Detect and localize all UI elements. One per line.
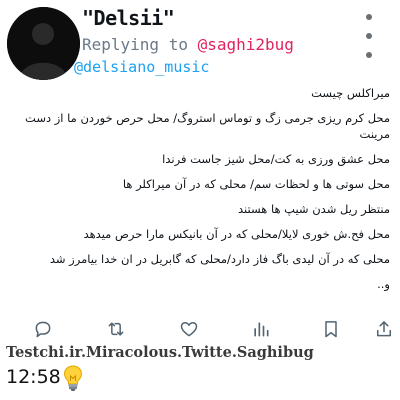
heart-icon: [180, 322, 198, 337]
watermark-text: Testchi.ir.Miracolous.Twitte.Saghibug: [6, 344, 314, 361]
tweet-action-bar: [0, 317, 400, 341]
tweet-line: منتظر ریل شدن شیپ ها هستند: [237, 202, 390, 216]
retweet-icon: [108, 322, 124, 336]
author-avatar[interactable]: [7, 7, 80, 80]
more-dot-icon: [366, 14, 372, 20]
avatar-silhouette-icon: [7, 7, 80, 80]
tweet-line: میراکلس چیست: [311, 86, 390, 100]
tweet-line: محل عشق ورزی به کت/محل شیز جاست فرندا: [162, 152, 390, 166]
retweet-button[interactable]: [104, 317, 128, 341]
author-handle-link[interactable]: @delsiano_music: [74, 58, 209, 76]
reply-button[interactable]: [31, 317, 55, 341]
tweet-line: محل فح.ش خوری لایلا/محلی که در آن بانیکس…: [83, 227, 390, 241]
replying-to-label: Replying to: [82, 35, 198, 54]
more-options-button[interactable]: [360, 14, 378, 58]
tweet-text: میراکلس چیست محل کرم ریزی جرمی زگ و توما…: [12, 85, 390, 301]
replying-to-line: Replying to @saghi2bug: [82, 35, 294, 54]
share-icon: [377, 321, 391, 337]
like-button[interactable]: [177, 317, 201, 341]
more-dot-icon: [366, 33, 372, 39]
bookmark-icon: [325, 321, 337, 338]
bookmark-button[interactable]: [319, 317, 343, 341]
more-dot-icon: [366, 52, 372, 58]
share-button[interactable]: [372, 317, 396, 341]
tweet-line: و..: [377, 277, 390, 291]
views-button[interactable]: [249, 317, 273, 341]
comment-icon: [35, 321, 51, 338]
lightbulb-icon: [63, 365, 83, 391]
tweet-line: محل سوتی ها و لحظات سم/ محلی که در آن می…: [122, 177, 390, 191]
tweet-line: محلی که در آن لیدی باگ فاز دارد/محلی که …: [49, 252, 390, 266]
author-display-name[interactable]: "Delsii": [82, 6, 175, 30]
views-icon: [254, 322, 269, 337]
tweet-line: محل کرم ریزی جرمی زگ و توماس استروگ/ محل…: [25, 111, 390, 141]
reply-to-handle-link[interactable]: @saghi2bug: [198, 35, 294, 54]
tweet-time: 12:58: [6, 366, 61, 388]
